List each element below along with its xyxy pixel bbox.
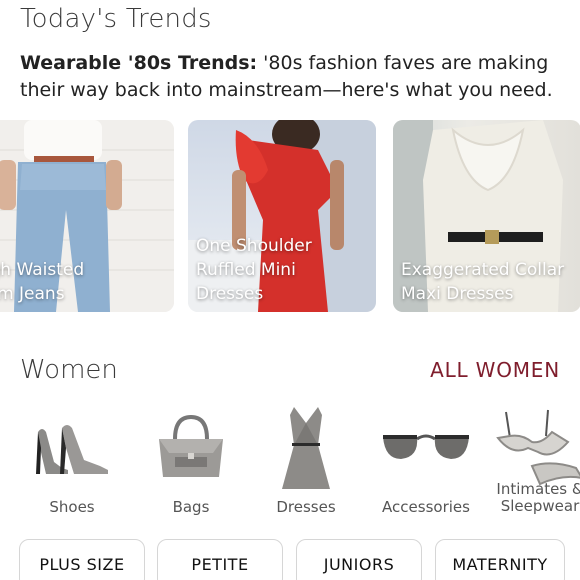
category-label: Bags [172,498,210,516]
trend-card-mom-jeans[interactable]: High Waisted Mom Jeans [0,120,174,312]
size-chip-maternity[interactable]: MATERNITY [435,539,565,580]
size-chip-juniors[interactable]: JUNIORS [296,539,422,580]
trend-card-label: Exaggerated Collar Maxi Dresses [401,260,565,304]
trends-carousel[interactable]: High Waisted Mom Jeans One Shoulder Ruff… [0,120,580,312]
category-label: Shoes [49,498,95,516]
trend-card-label: One Shoulder Ruffled Mini Dresses [196,236,312,304]
category-dresses[interactable]: Dresses [248,405,364,516]
category-intimates[interactable]: Intimates & Sleepwear [482,405,580,515]
bra-icon [496,409,580,486]
trends-section-title: Today's Trends [20,4,212,34]
handbag-icon [159,414,223,477]
trend-card-label: High Waisted Mom Jeans [0,260,85,304]
trends-headline: Wearable '80s Trends: [20,52,258,74]
sunglasses-icon [383,434,469,459]
trends-intro: Wearable '80s Trends: '80s fashion faves… [20,50,565,104]
trend-card-ruffled-dresses[interactable]: One Shoulder Ruffled Mini Dresses [188,120,376,312]
all-women-link[interactable]: ALL WOMEN [430,358,560,382]
category-accessories[interactable]: Accessories [368,405,484,516]
category-bags[interactable]: Bags [133,405,249,516]
trend-card-collar-dresses[interactable]: Exaggerated Collar Maxi Dresses [393,120,580,312]
category-label: Accessories [382,498,470,516]
category-label: Dresses [276,498,336,516]
heels-icon [36,425,108,474]
dress-icon [282,407,330,489]
category-shoes[interactable]: Shoes [14,405,130,516]
size-chip-petite[interactable]: PETITE [157,539,283,580]
size-chip-plus-size[interactable]: PLUS SIZE [19,539,145,580]
category-label: Intimates & Sleepwear [496,480,580,515]
women-section-title: Women [20,355,118,385]
